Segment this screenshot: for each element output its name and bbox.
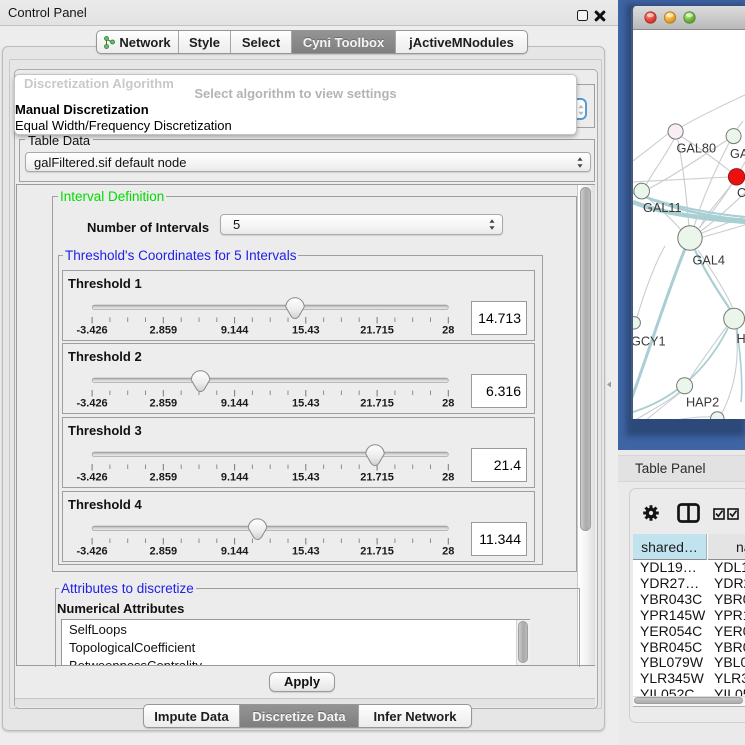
svg-text:-3.426: -3.426 xyxy=(76,397,107,409)
svg-text:2.859: 2.859 xyxy=(150,545,178,557)
svg-text:28: 28 xyxy=(442,545,454,557)
svg-text:21.715: 21.715 xyxy=(360,545,394,557)
svg-text:2.859: 2.859 xyxy=(150,324,178,336)
svg-text:21.715: 21.715 xyxy=(360,471,394,483)
svg-text:-3.426: -3.426 xyxy=(76,324,107,336)
svg-text:15.43: 15.43 xyxy=(292,397,320,409)
svg-text:GCY1: GCY1 xyxy=(633,335,666,349)
svg-text:15.43: 15.43 xyxy=(292,324,320,336)
svg-text:-3.426: -3.426 xyxy=(76,471,107,483)
svg-text:2.859: 2.859 xyxy=(150,397,178,409)
svg-text:C: C xyxy=(737,186,745,200)
svg-text:9.144: 9.144 xyxy=(221,545,249,557)
svg-text:21.715: 21.715 xyxy=(360,397,394,409)
svg-text:15.43: 15.43 xyxy=(292,471,320,483)
svg-text:H: H xyxy=(737,332,745,346)
svg-text:GA: GA xyxy=(730,147,745,161)
svg-text:-3.426: -3.426 xyxy=(76,545,107,557)
svg-text:28: 28 xyxy=(442,471,454,483)
svg-text:15.43: 15.43 xyxy=(292,545,320,557)
svg-text:GAL80: GAL80 xyxy=(677,142,717,156)
svg-text:28: 28 xyxy=(442,324,454,336)
svg-text:2.859: 2.859 xyxy=(150,471,178,483)
svg-text:GAL11: GAL11 xyxy=(643,201,682,215)
svg-text:GAL4: GAL4 xyxy=(693,254,725,268)
svg-text:9.144: 9.144 xyxy=(221,397,249,409)
svg-text:HAP2: HAP2 xyxy=(686,396,719,410)
svg-text:28: 28 xyxy=(442,397,454,409)
svg-text:9.144: 9.144 xyxy=(221,324,249,336)
svg-text:9.144: 9.144 xyxy=(221,471,249,483)
svg-text:21.715: 21.715 xyxy=(360,324,394,336)
